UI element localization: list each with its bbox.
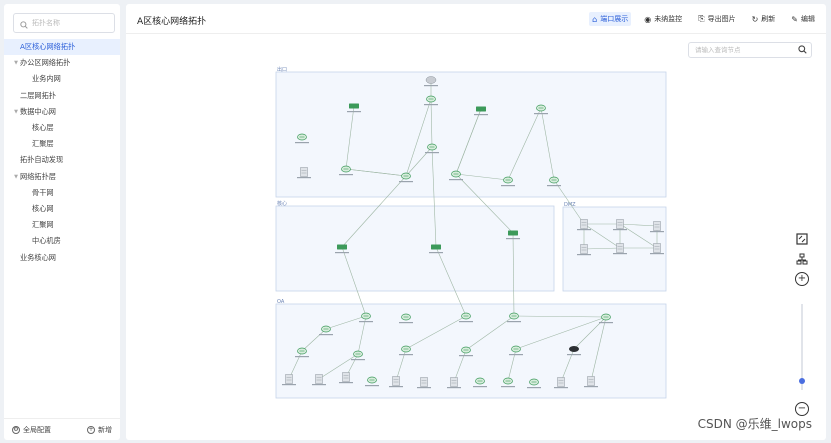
sidebar-item[interactable]: 核心网 [4,201,120,217]
topology-canvas[interactable]: 出口核心 DMZ OA [126,4,826,440]
edit-button[interactable]: ✎ 编辑 [788,12,818,26]
global-config-button[interactable]: ⚙ 全局配置 [12,425,51,435]
chevron-down-icon[interactable]: ▼ [12,109,20,115]
sidebar-item-label: 拓扑自动发现 [20,155,64,165]
port-display-button[interactable]: ⌂ 端口展示 [589,12,632,26]
sidebar-item-label: 骨干网 [32,187,54,197]
minus-icon: − [797,403,807,414]
sidebar-item-label: 核心网 [32,203,54,213]
chevron-down-icon[interactable]: ▼ [12,174,20,180]
sidebar-item[interactable]: A区核心网络拓扑 [4,39,120,56]
add-button[interactable]: + 新增 [87,425,112,435]
topology-search-box[interactable] [13,13,115,33]
zone-label: DMZ [564,202,576,208]
sidebar-item[interactable]: 二层网拓扑 [4,88,120,104]
layout-icon [796,253,808,265]
refresh-label: 刷新 [761,15,776,23]
sidebar-item[interactable]: ▼ 网络拓扑层 [4,169,120,185]
port-display-label: 端口展示 [600,15,629,23]
search-icon[interactable] [798,45,807,57]
sidebar-item-label: 二层网拓扑 [20,90,56,100]
home-icon: ⌂ [592,14,598,24]
sidebar-item-label: 汇聚层 [32,139,54,149]
fit-view-button[interactable] [795,232,809,246]
header: A区核心网络拓扑 ⌂ 端口展示 ◉ 未纳监控 ⎘ 导出图片 ↻ 刷新 ✎ 编辑 [126,4,826,34]
sidebar-item[interactable]: 拓扑自动发现 [4,152,120,168]
monitor-icon: ◉ [644,14,652,24]
unmonitored-label: 未纳监控 [654,15,683,23]
sidebar: A区核心网络拓扑▼办公区网络拓扑业务内网二层网拓扑▼数据中心网核心层汇聚层拓扑自… [4,4,120,440]
sidebar-item[interactable]: 汇聚网 [4,217,120,233]
sidebar-item-label: 业务内网 [32,74,61,84]
zone-z3[interactable] [562,206,667,292]
unmonitored-button[interactable]: ◉ 未纳监控 [641,12,685,26]
sidebar-item-label: A区核心网络拓扑 [20,42,76,52]
add-label: 新增 [98,425,112,434]
edit-label: 编辑 [801,15,815,23]
plus-circle-icon: + [87,425,95,434]
sidebar-item[interactable]: ▼ 办公区网络拓扑 [4,55,120,71]
sidebar-item-label: 中心机房 [32,236,61,246]
global-config-label: 全局配置 [23,425,51,434]
sidebar-item-label: 核心层 [32,123,54,133]
zoom-out-button[interactable]: − [795,402,809,416]
gear-icon: ⚙ [12,425,20,434]
toolbar: ⌂ 端口展示 ◉ 未纳监控 ⎘ 导出图片 ↻ 刷新 ✎ 编辑 [589,12,818,26]
sidebar-item-label: 数据中心网 [20,106,56,116]
sidebar-item[interactable]: 业务核心网 [4,249,120,265]
edit-icon: ✎ [791,14,798,24]
sidebar-item-label: 网络拓扑层 [20,171,56,181]
sidebar-footer: ⚙ 全局配置 + 新增 [4,418,120,440]
sidebar-item-label: 汇聚网 [32,220,54,230]
sidebar-item[interactable]: 核心层 [4,120,120,136]
app-window: A区核心网络拓扑▼办公区网络拓扑业务内网二层网拓扑▼数据中心网核心层汇聚层拓扑自… [0,0,831,443]
sidebar-item-label: 业务核心网 [20,252,56,262]
fit-view-icon [796,233,808,245]
sidebar-item[interactable]: 中心机房 [4,233,120,249]
zoom-in-button[interactable]: + [795,272,809,286]
refresh-icon: ↻ [751,14,759,24]
sidebar-item[interactable]: 汇聚层 [4,136,120,152]
watermark: CSDN @乐维_lwops [697,417,812,431]
main-panel: 出口核心 DMZ OA A区核心网络拓扑 ⌂ 端口展示 ◉ 未纳监控 ⎘ 导出图片 … [126,4,826,440]
export-image-label: 导出图片 [707,15,736,23]
export-image-button[interactable]: ⎘ 导出图片 [695,12,738,26]
zone-z2[interactable] [275,205,555,292]
layout-button[interactable] [795,252,809,266]
zoom-slider[interactable] [799,304,805,390]
zoom-controls: + [794,232,810,286]
node-search-box[interactable] [688,42,812,58]
sidebar-item[interactable]: ▼ 数据中心网 [4,104,120,120]
plus-icon: + [797,273,807,284]
sidebar-item-label: 办公区网络拓扑 [20,58,71,68]
topology-search-input[interactable] [32,19,112,27]
node-search-input[interactable] [695,46,795,54]
refresh-button[interactable]: ↻ 刷新 [749,12,779,26]
page-title: A区核心网络拓扑 [137,17,207,27]
search-icon [20,14,28,33]
chevron-down-icon[interactable]: ▼ [12,60,20,66]
zone-label: OA [277,299,285,305]
sidebar-item[interactable]: 骨干网 [4,185,120,201]
sidebar-item[interactable]: 业务内网 [4,71,120,87]
topology-tree: A区核心网络拓扑 ▼ 办公区网络拓扑 业务内网 二层网拓扑 ▼ 数据中心网 核心层 汇聚层 拓扑自… [4,39,120,266]
export-icon: ⎘ [698,14,705,23]
zone-label: 核心 [277,200,287,207]
zone-label: 出口 [277,66,287,73]
